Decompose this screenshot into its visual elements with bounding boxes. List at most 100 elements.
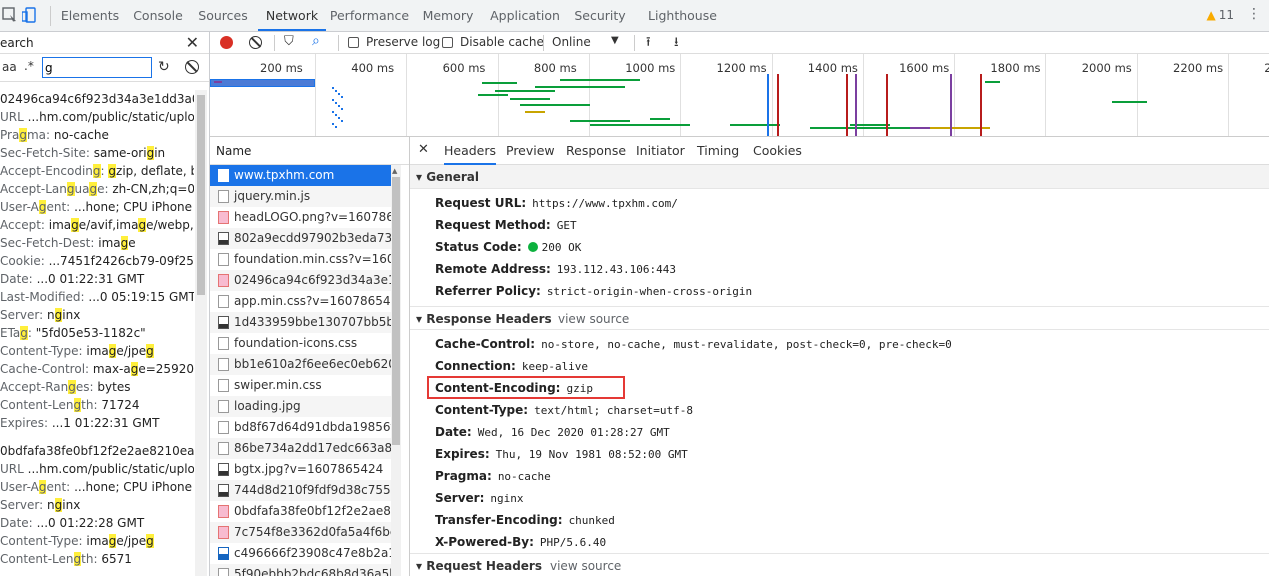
filter-icon[interactable]: ⛉ [284, 34, 294, 49]
search-result-line[interactable]: Content-Type: image/jpeg [0, 342, 194, 360]
search-result-line[interactable]: User-Agent: ...hone; CPU iPhone ... [0, 198, 194, 216]
search-result-line[interactable]: Server: nginx [0, 496, 194, 514]
request-row[interactable]: 802a9ecdd97902b3eda730ad [210, 228, 391, 249]
search-result-line[interactable]: Last-Modified: ...0 05:19:15 GMT [0, 288, 194, 306]
header-row[interactable]: Referrer Policy: strict-origin-when-cross… [410, 280, 1269, 302]
header-row[interactable]: Remote Address: 193.112.43.106:443 [410, 258, 1269, 280]
tab-security[interactable]: Security [570, 0, 630, 31]
search-result-line[interactable]: Cookie: ...7451f2426cb79-09f257... [0, 252, 194, 270]
close-icon[interactable]: ✕ [186, 32, 199, 54]
request-row[interactable]: www.tpxhm.com [210, 165, 391, 186]
search-result-line[interactable]: Accept-Language: zh-CN,zh;q=0.9 [0, 180, 194, 198]
disable-cache-checkbox[interactable] [442, 37, 453, 48]
details-tab-cookies[interactable]: Cookies [753, 137, 802, 165]
request-row[interactable]: foundation-icons.css [210, 333, 391, 354]
search-result-line[interactable]: Server: nginx [0, 306, 194, 324]
export-har-icon[interactable]: ⭳ [674, 33, 679, 55]
request-list-scrollbar[interactable]: ▲ [391, 165, 401, 576]
search-result-line[interactable]: Expires: ...1 01:22:31 GMT [0, 414, 194, 432]
details-tab-preview[interactable]: Preview [506, 137, 555, 165]
request-row[interactable]: 86be734a2dd17edc663a8709 [210, 438, 391, 459]
search-result-line[interactable]: Sec-Fetch-Dest: image [0, 234, 194, 252]
name-column-header[interactable]: Name [210, 137, 409, 165]
device-toolbar-icon[interactable] [22, 7, 38, 23]
tab-memory[interactable]: Memory [419, 0, 477, 31]
request-row[interactable]: bd8f67d64d91dbda19856f994 [210, 417, 391, 438]
request-row[interactable]: swiper.min.css [210, 375, 391, 396]
close-icon[interactable]: ✕ [418, 142, 429, 157]
search-input[interactable] [42, 57, 152, 78]
search-result-line[interactable]: Cache-Control: max-age=2592000 [0, 360, 194, 378]
header-row[interactable]: Transfer-Encoding: chunked [410, 509, 1269, 531]
clear-icon[interactable] [185, 60, 199, 74]
details-tab-response[interactable]: Response [566, 137, 626, 165]
search-result-line[interactable]: Date: ...0 01:22:28 GMT [0, 514, 194, 532]
tab-sources[interactable]: Sources [192, 0, 254, 31]
request-row[interactable]: foundation.min.css?v=1607865424 [210, 249, 391, 270]
request-row[interactable]: jquery.min.js [210, 186, 391, 207]
search-result-line[interactable]: Sec-Fetch-Site: same-origin [0, 144, 194, 162]
tab-application[interactable]: Application [485, 0, 565, 31]
record-button[interactable] [220, 36, 233, 49]
timeline-overview[interactable]: 200 ms 400 ms 600 ms 800 ms 1000 ms 1200 ms 14… [210, 54, 1269, 137]
search-result-line[interactable]: Content-Length: 6571 [0, 550, 194, 568]
header-row[interactable]: X-Powered-By: PHP/5.6.40 [410, 531, 1269, 553]
tab-network[interactable]: Network [258, 0, 326, 31]
search-result-line[interactable]: Content-Type: image/jpeg [0, 532, 194, 550]
search-result-line[interactable]: User-Agent: ...hone; CPU iPhone ... [0, 478, 194, 496]
header-row[interactable]: Cache-Control: no-store, no-cache, must-r… [410, 333, 1269, 355]
request-row[interactable]: bb1e610a2f6ee6ec0eb620a1b [210, 354, 391, 375]
header-row[interactable]: Date: Wed, 16 Dec 2020 01:28:27 GMT [410, 421, 1269, 443]
request-row[interactable]: bgtx.jpg?v=1607865424 [210, 459, 391, 480]
regex-toggle[interactable]: .* [24, 59, 34, 73]
search-result-line[interactable]: Accept-Ranges: bytes [0, 378, 194, 396]
search-result-file[interactable]: 0bdfafa38fe0bf12f2e2ae8210ea88... [0, 442, 194, 460]
search-result-line[interactable]: Accept: image/avif,image/webp,i... [0, 216, 194, 234]
import-har-icon[interactable]: ⭱ [646, 33, 651, 55]
tab-elements[interactable]: Elements [52, 0, 128, 31]
scrollbar[interactable] [195, 90, 207, 576]
general-section-header[interactable]: ▾ General [410, 165, 1269, 189]
search-result-line[interactable]: Content-Length: 71724 [0, 396, 194, 414]
tab-performance[interactable]: Performance [329, 0, 410, 31]
search-result-line[interactable]: URL ...hm.com/public/static/uplo... [0, 460, 194, 478]
request-row[interactable]: 744d8d210f9fdf9d38c75521e [210, 480, 391, 501]
search-result-line[interactable]: Pragma: no-cache [0, 126, 194, 144]
request-row[interactable]: loading.jpg [210, 396, 391, 417]
search-result-line[interactable]: URL ...hm.com/public/static/uplo... [0, 108, 194, 126]
header-row[interactable]: Expires: Thu, 19 Nov 1981 08:52:00 GMT [410, 443, 1269, 465]
tab-console[interactable]: Console [128, 0, 188, 31]
header-row[interactable]: Pragma: no-cache [410, 465, 1269, 487]
header-row[interactable]: Request URL: https://www.tpxhm.com/ [410, 192, 1269, 214]
search-result-line[interactable]: ETag: "5fd05e53-1182c" [0, 324, 194, 342]
request-row[interactable]: headLOGO.png?v=1607865424 [210, 207, 391, 228]
clear-log-button[interactable] [249, 36, 262, 49]
chevron-down-icon[interactable]: ▼ [611, 35, 619, 46]
header-row[interactable]: Connection: keep-alive [410, 355, 1269, 377]
throttling-select[interactable]: Online [552, 35, 591, 49]
view-source-link[interactable]: view source [558, 307, 629, 331]
request-row[interactable]: 7c754f8e3362d0fa5a4f6be718 [210, 522, 391, 543]
request-row[interactable]: 5f90ebbb2bdc68b8d36a5bd2 [210, 564, 391, 576]
refresh-icon[interactable]: ↻ [158, 59, 170, 75]
response-headers-section-header[interactable]: ▾ Response Headers view source [410, 306, 1269, 330]
request-row[interactable]: 1d433959bbe130707bb5bc95 [210, 312, 391, 333]
header-row[interactable]: Content-Type: text/html; charset=utf-8 [410, 399, 1269, 421]
search-icon[interactable]: ⌕ [312, 33, 320, 49]
request-row[interactable]: 02496ca94c6f923d34a3e1dd3a03 [210, 270, 391, 291]
match-case-toggle[interactable]: aa [2, 60, 17, 74]
search-result-line[interactable]: Date: ...0 01:22:31 GMT [0, 270, 194, 288]
preserve-log-checkbox[interactable] [348, 37, 359, 48]
request-row[interactable]: c496666f23908c47e8b2a1693 [210, 543, 391, 564]
inspect-element-icon[interactable] [2, 7, 18, 23]
search-result-file[interactable]: 02496ca94c6f923d34a3e1dd3a03... [0, 90, 194, 108]
warnings-counter[interactable]: ▲ 11 [1206, 8, 1234, 22]
view-source-link[interactable]: view source [550, 554, 621, 576]
request-headers-section-header[interactable]: ▾ Request Headers view source [410, 553, 1269, 576]
timeline-selected-request[interactable] [210, 79, 315, 87]
request-row[interactable]: app.min.css?v=1607865424 [210, 291, 391, 312]
search-result-line[interactable]: Accept-Encoding: gzip, deflate, br [0, 162, 194, 180]
details-tab-initiator[interactable]: Initiator [636, 137, 685, 165]
request-row[interactable]: 0bdfafa38fe0bf12f2e2ae8210e [210, 501, 391, 522]
tab-lighthouse[interactable]: Lighthouse [645, 0, 720, 31]
